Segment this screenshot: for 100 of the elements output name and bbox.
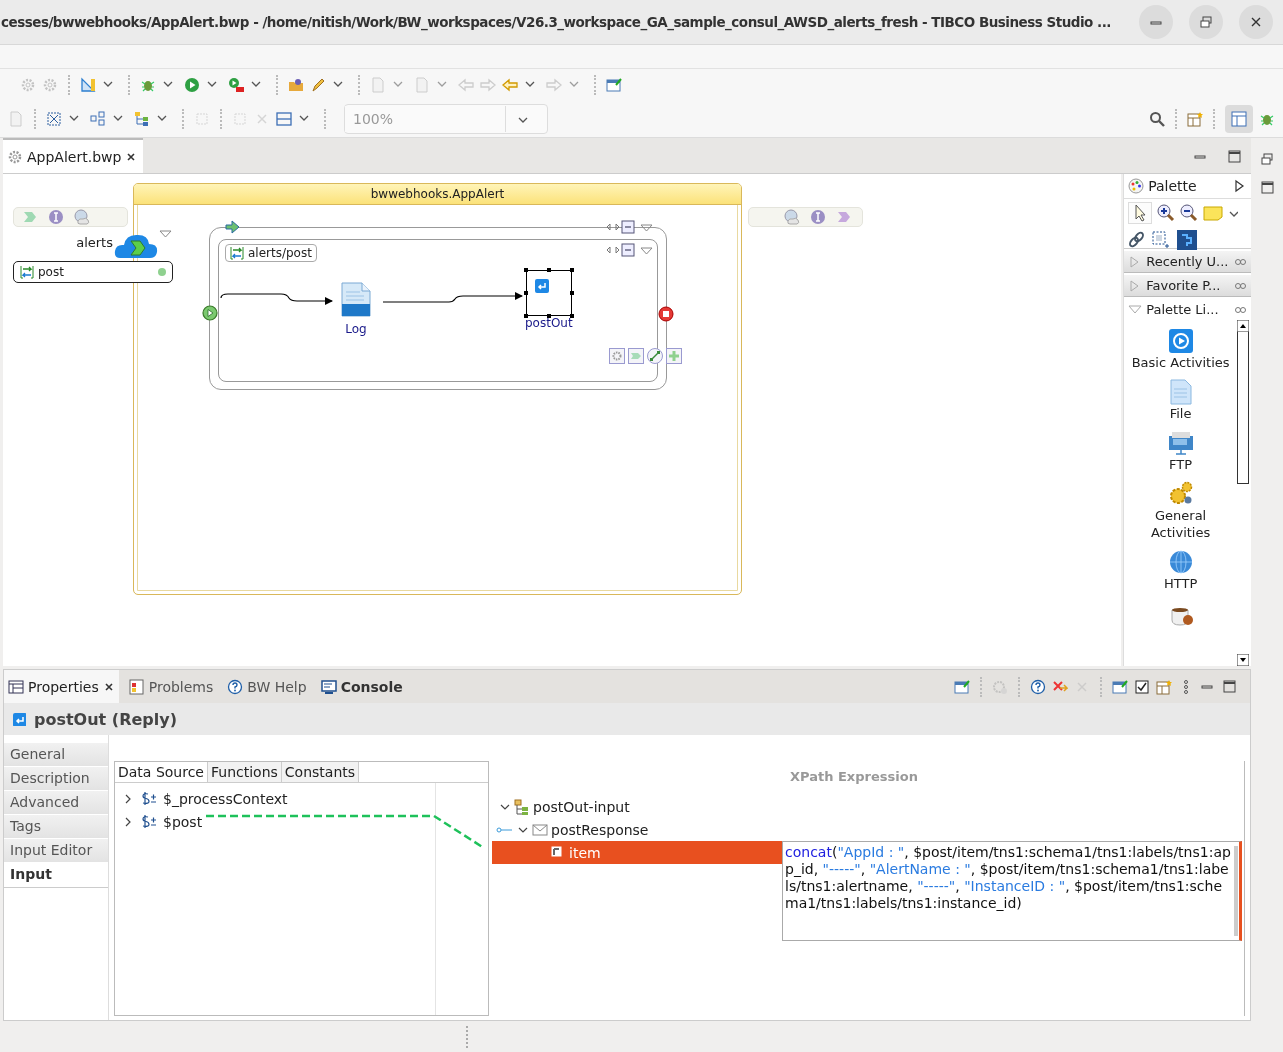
search-icon[interactable]	[1149, 111, 1165, 127]
collapse-icon[interactable]	[621, 243, 635, 257]
tree-row[interactable]: postOut-input	[492, 795, 784, 818]
expand-icon[interactable]	[606, 245, 620, 255]
tree-item[interactable]: $post	[163, 813, 203, 830]
scope-label[interactable]: alerts/post	[225, 244, 317, 262]
service-label: alerts	[75, 235, 113, 250]
close-icon[interactable]	[125, 150, 138, 163]
run-config-icon[interactable]	[228, 77, 244, 93]
tree-item[interactable]: $_processContext	[163, 790, 288, 807]
panel-tab[interactable]: Properties	[4, 670, 119, 703]
envelope-icon	[532, 821, 548, 838]
section-tab[interactable]: General	[4, 743, 108, 767]
start-icon[interactable]	[202, 305, 218, 321]
pen-icon[interactable]	[310, 77, 326, 93]
xpath-expression-field[interactable]: concat("AppId : ", $post/item/tns1:schema1/tns1:labels/tns1:app_id, "-----", "AlertName : ", $post/item/tns1:schema1/tns1:labels/tns1:alertname, "-----", "InstanceID : ", $post/item/tns1:schema1/tns1:labels/tns1:instance_id)	[782, 841, 1242, 941]
new-window-icon[interactable]	[954, 678, 970, 695]
reply-activity-icon[interactable]	[525, 270, 572, 316]
editor-tab[interactable]: AppAlert.bwp	[3, 138, 144, 173]
table-icon[interactable]	[1231, 111, 1247, 127]
operation-box[interactable]: post	[13, 261, 173, 283]
tree-row[interactable]: item	[492, 841, 784, 864]
run-icon[interactable]	[184, 77, 200, 93]
edit-icon[interactable]	[1112, 678, 1128, 695]
arrow-left-icon[interactable]	[502, 77, 518, 93]
tree-row[interactable]: postResponse	[492, 818, 784, 841]
globe-icon[interactable]	[784, 209, 800, 225]
globe-icon[interactable]	[74, 209, 90, 225]
panel-tab[interactable]: BW Help	[223, 670, 311, 703]
scope-arrow-icon[interactable]	[225, 220, 240, 234]
grid-icon[interactable]	[46, 111, 62, 127]
zoom-out-icon[interactable]	[1180, 204, 1199, 222]
tree-icon[interactable]	[134, 111, 150, 127]
folder-icon[interactable]	[288, 77, 304, 93]
checkbox-icon[interactable]	[1134, 678, 1150, 695]
ruler-icon[interactable]	[80, 77, 96, 93]
palette-item-label[interactable]: Basic Activities	[1131, 354, 1230, 371]
gear-icon	[7, 148, 23, 165]
dropdown-icon[interactable]	[159, 229, 172, 239]
palette-item-label[interactable]: File	[1169, 405, 1192, 422]
restore-icon[interactable]	[1199, 15, 1213, 29]
panel-tab[interactable]: Console	[316, 670, 407, 703]
restore-button[interactable]	[1189, 5, 1223, 39]
schema-icon	[514, 798, 530, 815]
split-icon[interactable]	[276, 111, 292, 127]
palette-item-label[interactable]: General Activities	[1124, 507, 1237, 541]
tool-chevron-icon[interactable]	[628, 348, 644, 364]
operation-icon	[230, 246, 244, 260]
source-tab[interactable]: Functions	[207, 762, 282, 782]
close-icon[interactable]	[1249, 15, 1263, 29]
help-icon[interactable]	[1030, 678, 1046, 695]
palette-drawer[interactable]: Recently U...	[1124, 251, 1251, 273]
collapse-icon[interactable]	[621, 220, 635, 234]
maximize-icon[interactable]	[1227, 148, 1241, 163]
scroll-up-icon[interactable]	[1237, 320, 1249, 332]
link-icon[interactable]	[1128, 231, 1147, 249]
tool-add-icon[interactable]	[666, 348, 682, 364]
section-tab[interactable]: Input Editor	[4, 839, 108, 863]
minimize-button[interactable]	[1139, 5, 1173, 39]
table-edit-icon[interactable]	[1156, 678, 1172, 695]
restore-icon[interactable]	[1260, 152, 1274, 166]
monitor-icon	[320, 678, 337, 695]
info-icon[interactable]	[48, 209, 64, 225]
collapse-arrow-icon[interactable]	[1233, 179, 1245, 193]
dropdown-icon[interactable]	[640, 223, 653, 233]
panel-title: postOut (Reply)	[34, 709, 177, 729]
connector-arrow[interactable]	[382, 292, 523, 303]
palette-item-label[interactable]: FTP	[1169, 456, 1193, 473]
section-tab[interactable]: Tags	[4, 815, 108, 839]
dropdown-icon[interactable]	[640, 246, 653, 256]
new-window-icon[interactable]	[606, 77, 622, 93]
window-icon[interactable]	[1260, 180, 1274, 194]
close-icon[interactable]	[102, 680, 115, 693]
end-icon[interactable]	[658, 306, 674, 322]
panel-tab[interactable]: Problems	[124, 670, 218, 703]
activity-label: postOut	[525, 316, 573, 330]
perspective-icon[interactable]	[1187, 111, 1203, 127]
tool-gear-icon[interactable]	[609, 348, 625, 364]
zoom-in-icon[interactable]	[1157, 204, 1176, 222]
ftp-tool-icon[interactable]	[1167, 430, 1194, 456]
section-tab[interactable]: Advanced	[4, 791, 108, 815]
connector-arrow[interactable]	[220, 293, 333, 305]
maximize-icon[interactable]	[1222, 678, 1238, 695]
palette-drawer[interactable]: Favorite P...	[1124, 275, 1251, 297]
basic-tool-icon[interactable]	[1167, 328, 1194, 354]
info-icon[interactable]	[810, 209, 826, 225]
tool-link-icon[interactable]	[647, 348, 663, 364]
palette-title: Palette	[1148, 178, 1197, 194]
http-tool-icon[interactable]	[1167, 549, 1194, 575]
perspective-button[interactable]	[1225, 105, 1253, 133]
section-tab[interactable]: Description	[4, 767, 108, 791]
palette-item-label[interactable]: HTTP	[1163, 575, 1198, 592]
log-icon[interactable]	[340, 282, 372, 318]
expand-icon[interactable]	[606, 222, 620, 232]
activity-label: Log	[345, 322, 367, 336]
puzzle-icon[interactable]	[1176, 229, 1199, 251]
general-tool-icon[interactable]	[1167, 481, 1194, 507]
boxes-icon[interactable]	[90, 111, 106, 127]
scroll-down-icon[interactable]	[1237, 654, 1249, 666]
source-tab[interactable]: Constants	[281, 762, 360, 782]
